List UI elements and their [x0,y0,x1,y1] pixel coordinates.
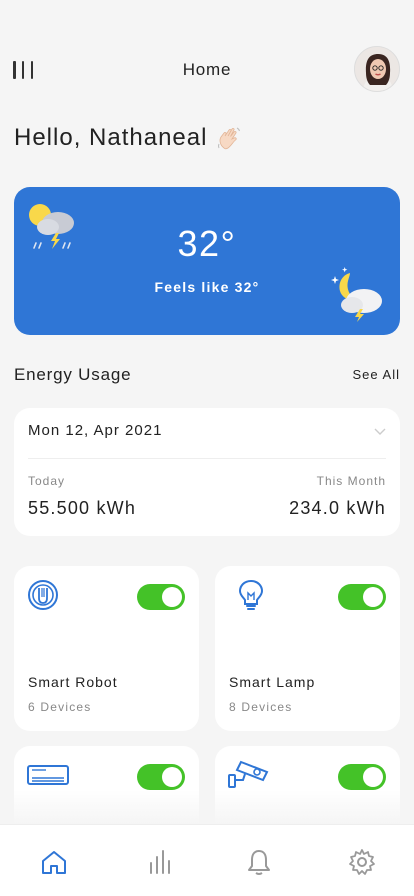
section-title: Energy Usage [14,365,132,384]
device-toggle[interactable] [338,584,386,610]
chevron-down-icon[interactable] [374,426,386,436]
today-label: Today [28,474,66,488]
device-count: 8 Devices [229,700,293,714]
device-name: Smart Lamp [229,674,316,690]
weather-card[interactable]: 32° Feels like 32° [14,187,400,335]
device-toggle[interactable] [137,584,185,610]
robot-icon [28,580,58,610]
tab-notifications[interactable] [244,847,274,877]
device-toggle[interactable] [338,764,386,790]
gear-icon [349,849,375,875]
today-value: 55.500 kWh [28,498,137,518]
device-card-smart-lamp[interactable]: Smart Lamp 8 Devices [215,566,400,731]
waving-hand-icon [215,124,243,152]
device-card-smart-robot[interactable]: Smart Robot 6 Devices [14,566,199,731]
energy-section-header: Energy Usage See All [14,365,400,385]
lamp-icon [238,579,264,610]
energy-card: Mon 12, Apr 2021 Today 55.500 kWh This M… [14,408,400,536]
greeting-text: Hello, Nathaneal [14,124,208,151]
month-label: This Month [316,474,386,488]
device-count: 6 Devices [28,700,92,714]
stats-icon [150,850,170,874]
greeting: Hello, Nathaneal [14,124,243,152]
device-name: Smart Robot [28,674,118,690]
home-icon [42,851,66,874]
bottom-tab-bar [0,824,414,896]
date-select[interactable]: Mon 12, Apr 2021 [28,422,162,439]
month-value: 234.0 kWh [289,498,386,518]
air-conditioner-icon [27,765,69,785]
avatar[interactable] [354,46,400,92]
cctv-camera-icon [228,760,269,788]
device-toggle[interactable] [137,764,185,790]
page-title: Home [182,60,232,79]
app-header: Home [0,44,414,96]
tab-settings[interactable] [347,847,377,877]
moon-cloud-icon [330,265,388,323]
bell-icon [248,850,270,875]
tab-home[interactable] [39,847,69,877]
scroll-fade [0,790,414,824]
temperature: 32° [177,223,237,264]
tab-stats[interactable] [144,847,174,877]
see-all-link[interactable]: See All [353,367,400,382]
divider [28,458,386,459]
